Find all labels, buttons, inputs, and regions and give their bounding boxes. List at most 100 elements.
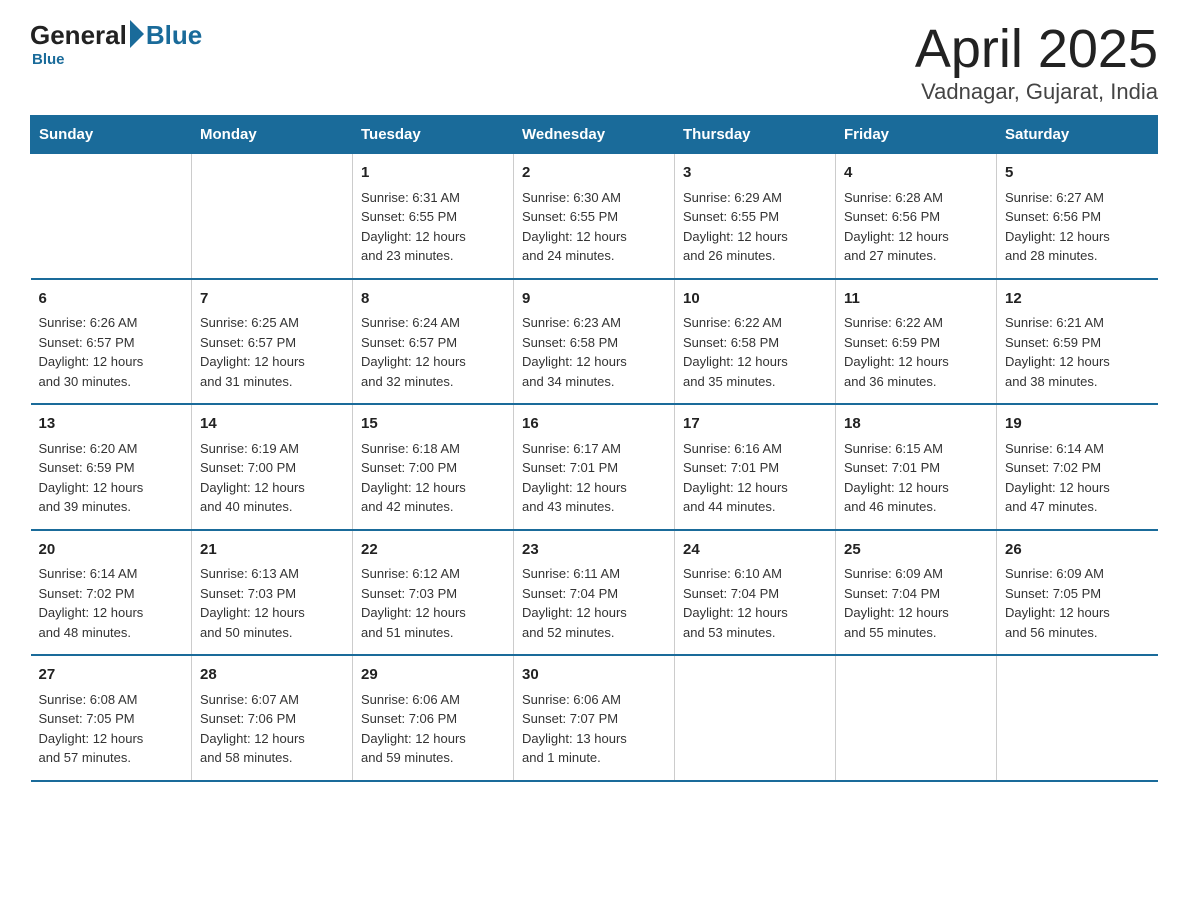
calendar-cell: 2Sunrise: 6:30 AM Sunset: 6:55 PM Daylig… [514, 154, 675, 279]
location-title: Vadnagar, Gujarat, India [915, 79, 1158, 105]
day-info: Sunrise: 6:15 AM Sunset: 7:01 PM Dayligh… [844, 439, 988, 517]
day-info: Sunrise: 6:21 AM Sunset: 6:59 PM Dayligh… [1005, 313, 1150, 391]
day-number: 14 [200, 413, 344, 436]
header-day-sunday: Sunday [31, 116, 192, 154]
day-info: Sunrise: 6:13 AM Sunset: 7:03 PM Dayligh… [200, 564, 344, 642]
day-info: Sunrise: 6:16 AM Sunset: 7:01 PM Dayligh… [683, 439, 827, 517]
calendar-cell: 5 Sunrise: 6:27 AM Sunset: 6:56 PM Daylig… [997, 154, 1158, 279]
day-number: 6 [39, 288, 184, 311]
day-info: Sunrise: 6:17 AM Sunset: 7:01 PM Dayligh… [522, 439, 666, 517]
day-number: 25 [844, 539, 988, 562]
calendar-header: SundayMondayTuesdayWednesdayThursdayFrid… [31, 116, 1158, 154]
calendar-cell: 18 Sunrise: 6:15 AM Sunset: 7:01 PM Dayli… [836, 404, 997, 530]
calendar-cell: 13 Sunrise: 6:20 AM Sunset: 6:59 PM Dayli… [31, 404, 192, 530]
day-number: 29 [361, 664, 505, 687]
week-row-0: 1 Sunrise: 6:31 AM Sunset: 6:55 PM Daylig… [31, 154, 1158, 279]
day-info: Sunrise: 6:26 AM Sunset: 6:57 PM Dayligh… [39, 313, 184, 391]
calendar-cell: 21Sunrise: 6:13 AM Sunset: 7:03 PM Dayli… [192, 530, 353, 656]
logo: General Blue Blue [30, 20, 202, 68]
day-number: 3 [683, 162, 827, 185]
day-number: 20 [39, 539, 184, 562]
calendar-table: SundayMondayTuesdayWednesdayThursdayFrid… [30, 115, 1158, 782]
calendar-cell: 30Sunrise: 6:06 AM Sunset: 7:07 PM Dayli… [514, 655, 675, 781]
day-info: Sunrise: 6:22 AM Sunset: 6:59 PM Dayligh… [844, 313, 988, 391]
day-number: 23 [522, 539, 666, 562]
day-number: 15 [361, 413, 505, 436]
calendar-cell: 1 Sunrise: 6:31 AM Sunset: 6:55 PM Daylig… [353, 154, 514, 279]
calendar-cell [31, 154, 192, 279]
calendar-cell: 8Sunrise: 6:24 AM Sunset: 6:57 PM Daylig… [353, 279, 514, 405]
header-day-friday: Friday [836, 116, 997, 154]
day-number: 1 [361, 162, 505, 185]
calendar-cell: 7Sunrise: 6:25 AM Sunset: 6:57 PM Daylig… [192, 279, 353, 405]
header-day-thursday: Thursday [675, 116, 836, 154]
header-row: SundayMondayTuesdayWednesdayThursdayFrid… [31, 116, 1158, 154]
week-row-4: 27Sunrise: 6:08 AM Sunset: 7:05 PM Dayli… [31, 655, 1158, 781]
day-number: 27 [39, 664, 184, 687]
day-number: 28 [200, 664, 344, 687]
day-number: 10 [683, 288, 827, 311]
day-number: 9 [522, 288, 666, 311]
day-number: 8 [361, 288, 505, 311]
day-info: Sunrise: 6:27 AM Sunset: 6:56 PM Dayligh… [1005, 188, 1150, 266]
day-info: Sunrise: 6:10 AM Sunset: 7:04 PM Dayligh… [683, 564, 827, 642]
day-info: Sunrise: 6:28 AM Sunset: 6:56 PM Dayligh… [844, 188, 988, 266]
calendar-cell: 9Sunrise: 6:23 AM Sunset: 6:58 PM Daylig… [514, 279, 675, 405]
day-number: 4 [844, 162, 988, 185]
calendar-cell: 12Sunrise: 6:21 AM Sunset: 6:59 PM Dayli… [997, 279, 1158, 405]
calendar-cell: 15 Sunrise: 6:18 AM Sunset: 7:00 PM Dayli… [353, 404, 514, 530]
day-number: 18 [844, 413, 988, 436]
calendar-cell [836, 655, 997, 781]
calendar-cell: 22Sunrise: 6:12 AM Sunset: 7:03 PM Dayli… [353, 530, 514, 656]
day-number: 5 [1005, 162, 1150, 185]
calendar-cell: 11Sunrise: 6:22 AM Sunset: 6:59 PM Dayli… [836, 279, 997, 405]
day-number: 2 [522, 162, 666, 185]
header-day-tuesday: Tuesday [353, 116, 514, 154]
calendar-cell: 17Sunrise: 6:16 AM Sunset: 7:01 PM Dayli… [675, 404, 836, 530]
calendar-cell: 26Sunrise: 6:09 AM Sunset: 7:05 PM Dayli… [997, 530, 1158, 656]
day-info: Sunrise: 6:24 AM Sunset: 6:57 PM Dayligh… [361, 313, 505, 391]
week-row-3: 20Sunrise: 6:14 AM Sunset: 7:02 PM Dayli… [31, 530, 1158, 656]
day-info: Sunrise: 6:23 AM Sunset: 6:58 PM Dayligh… [522, 313, 666, 391]
day-number: 30 [522, 664, 666, 687]
calendar-body: 1 Sunrise: 6:31 AM Sunset: 6:55 PM Daylig… [31, 154, 1158, 781]
day-info: Sunrise: 6:25 AM Sunset: 6:57 PM Dayligh… [200, 313, 344, 391]
calendar-cell: 28Sunrise: 6:07 AM Sunset: 7:06 PM Dayli… [192, 655, 353, 781]
week-row-2: 13 Sunrise: 6:20 AM Sunset: 6:59 PM Dayli… [31, 404, 1158, 530]
calendar-cell [997, 655, 1158, 781]
title-section: April 2025 Vadnagar, Gujarat, India [915, 20, 1158, 105]
day-info: Sunrise: 6:31 AM Sunset: 6:55 PM Dayligh… [361, 188, 505, 266]
day-info: Sunrise: 6:29 AM Sunset: 6:55 PM Dayligh… [683, 188, 827, 266]
day-number: 11 [844, 288, 988, 311]
calendar-cell: 20Sunrise: 6:14 AM Sunset: 7:02 PM Dayli… [31, 530, 192, 656]
logo-subtitle: Blue [32, 51, 65, 68]
day-number: 24 [683, 539, 827, 562]
header-day-wednesday: Wednesday [514, 116, 675, 154]
page-header: General Blue Blue April 2025 Vadnagar, G… [30, 20, 1158, 105]
logo-general-text: General [30, 20, 127, 51]
logo-triangle-icon [130, 20, 144, 48]
day-info: Sunrise: 6:18 AM Sunset: 7:00 PM Dayligh… [361, 439, 505, 517]
calendar-cell: 6Sunrise: 6:26 AM Sunset: 6:57 PM Daylig… [31, 279, 192, 405]
day-number: 16 [522, 413, 666, 436]
day-info: Sunrise: 6:22 AM Sunset: 6:58 PM Dayligh… [683, 313, 827, 391]
calendar-cell: 23Sunrise: 6:11 AM Sunset: 7:04 PM Dayli… [514, 530, 675, 656]
day-number: 22 [361, 539, 505, 562]
week-row-1: 6Sunrise: 6:26 AM Sunset: 6:57 PM Daylig… [31, 279, 1158, 405]
calendar-cell: 24Sunrise: 6:10 AM Sunset: 7:04 PM Dayli… [675, 530, 836, 656]
day-number: 19 [1005, 413, 1150, 436]
calendar-cell [675, 655, 836, 781]
calendar-cell: 19Sunrise: 6:14 AM Sunset: 7:02 PM Dayli… [997, 404, 1158, 530]
header-day-saturday: Saturday [997, 116, 1158, 154]
day-number: 13 [39, 413, 184, 436]
calendar-cell: 3 Sunrise: 6:29 AM Sunset: 6:55 PM Daylig… [675, 154, 836, 279]
logo-blue-text: Blue [146, 20, 202, 51]
calendar-cell: 10Sunrise: 6:22 AM Sunset: 6:58 PM Dayli… [675, 279, 836, 405]
calendar-cell: 4 Sunrise: 6:28 AM Sunset: 6:56 PM Daylig… [836, 154, 997, 279]
day-number: 26 [1005, 539, 1150, 562]
calendar-cell: 25Sunrise: 6:09 AM Sunset: 7:04 PM Dayli… [836, 530, 997, 656]
day-info: Sunrise: 6:20 AM Sunset: 6:59 PM Dayligh… [39, 439, 184, 517]
day-info: Sunrise: 6:09 AM Sunset: 7:04 PM Dayligh… [844, 564, 988, 642]
calendar-cell: 16 Sunrise: 6:17 AM Sunset: 7:01 PM Dayli… [514, 404, 675, 530]
day-number: 12 [1005, 288, 1150, 311]
